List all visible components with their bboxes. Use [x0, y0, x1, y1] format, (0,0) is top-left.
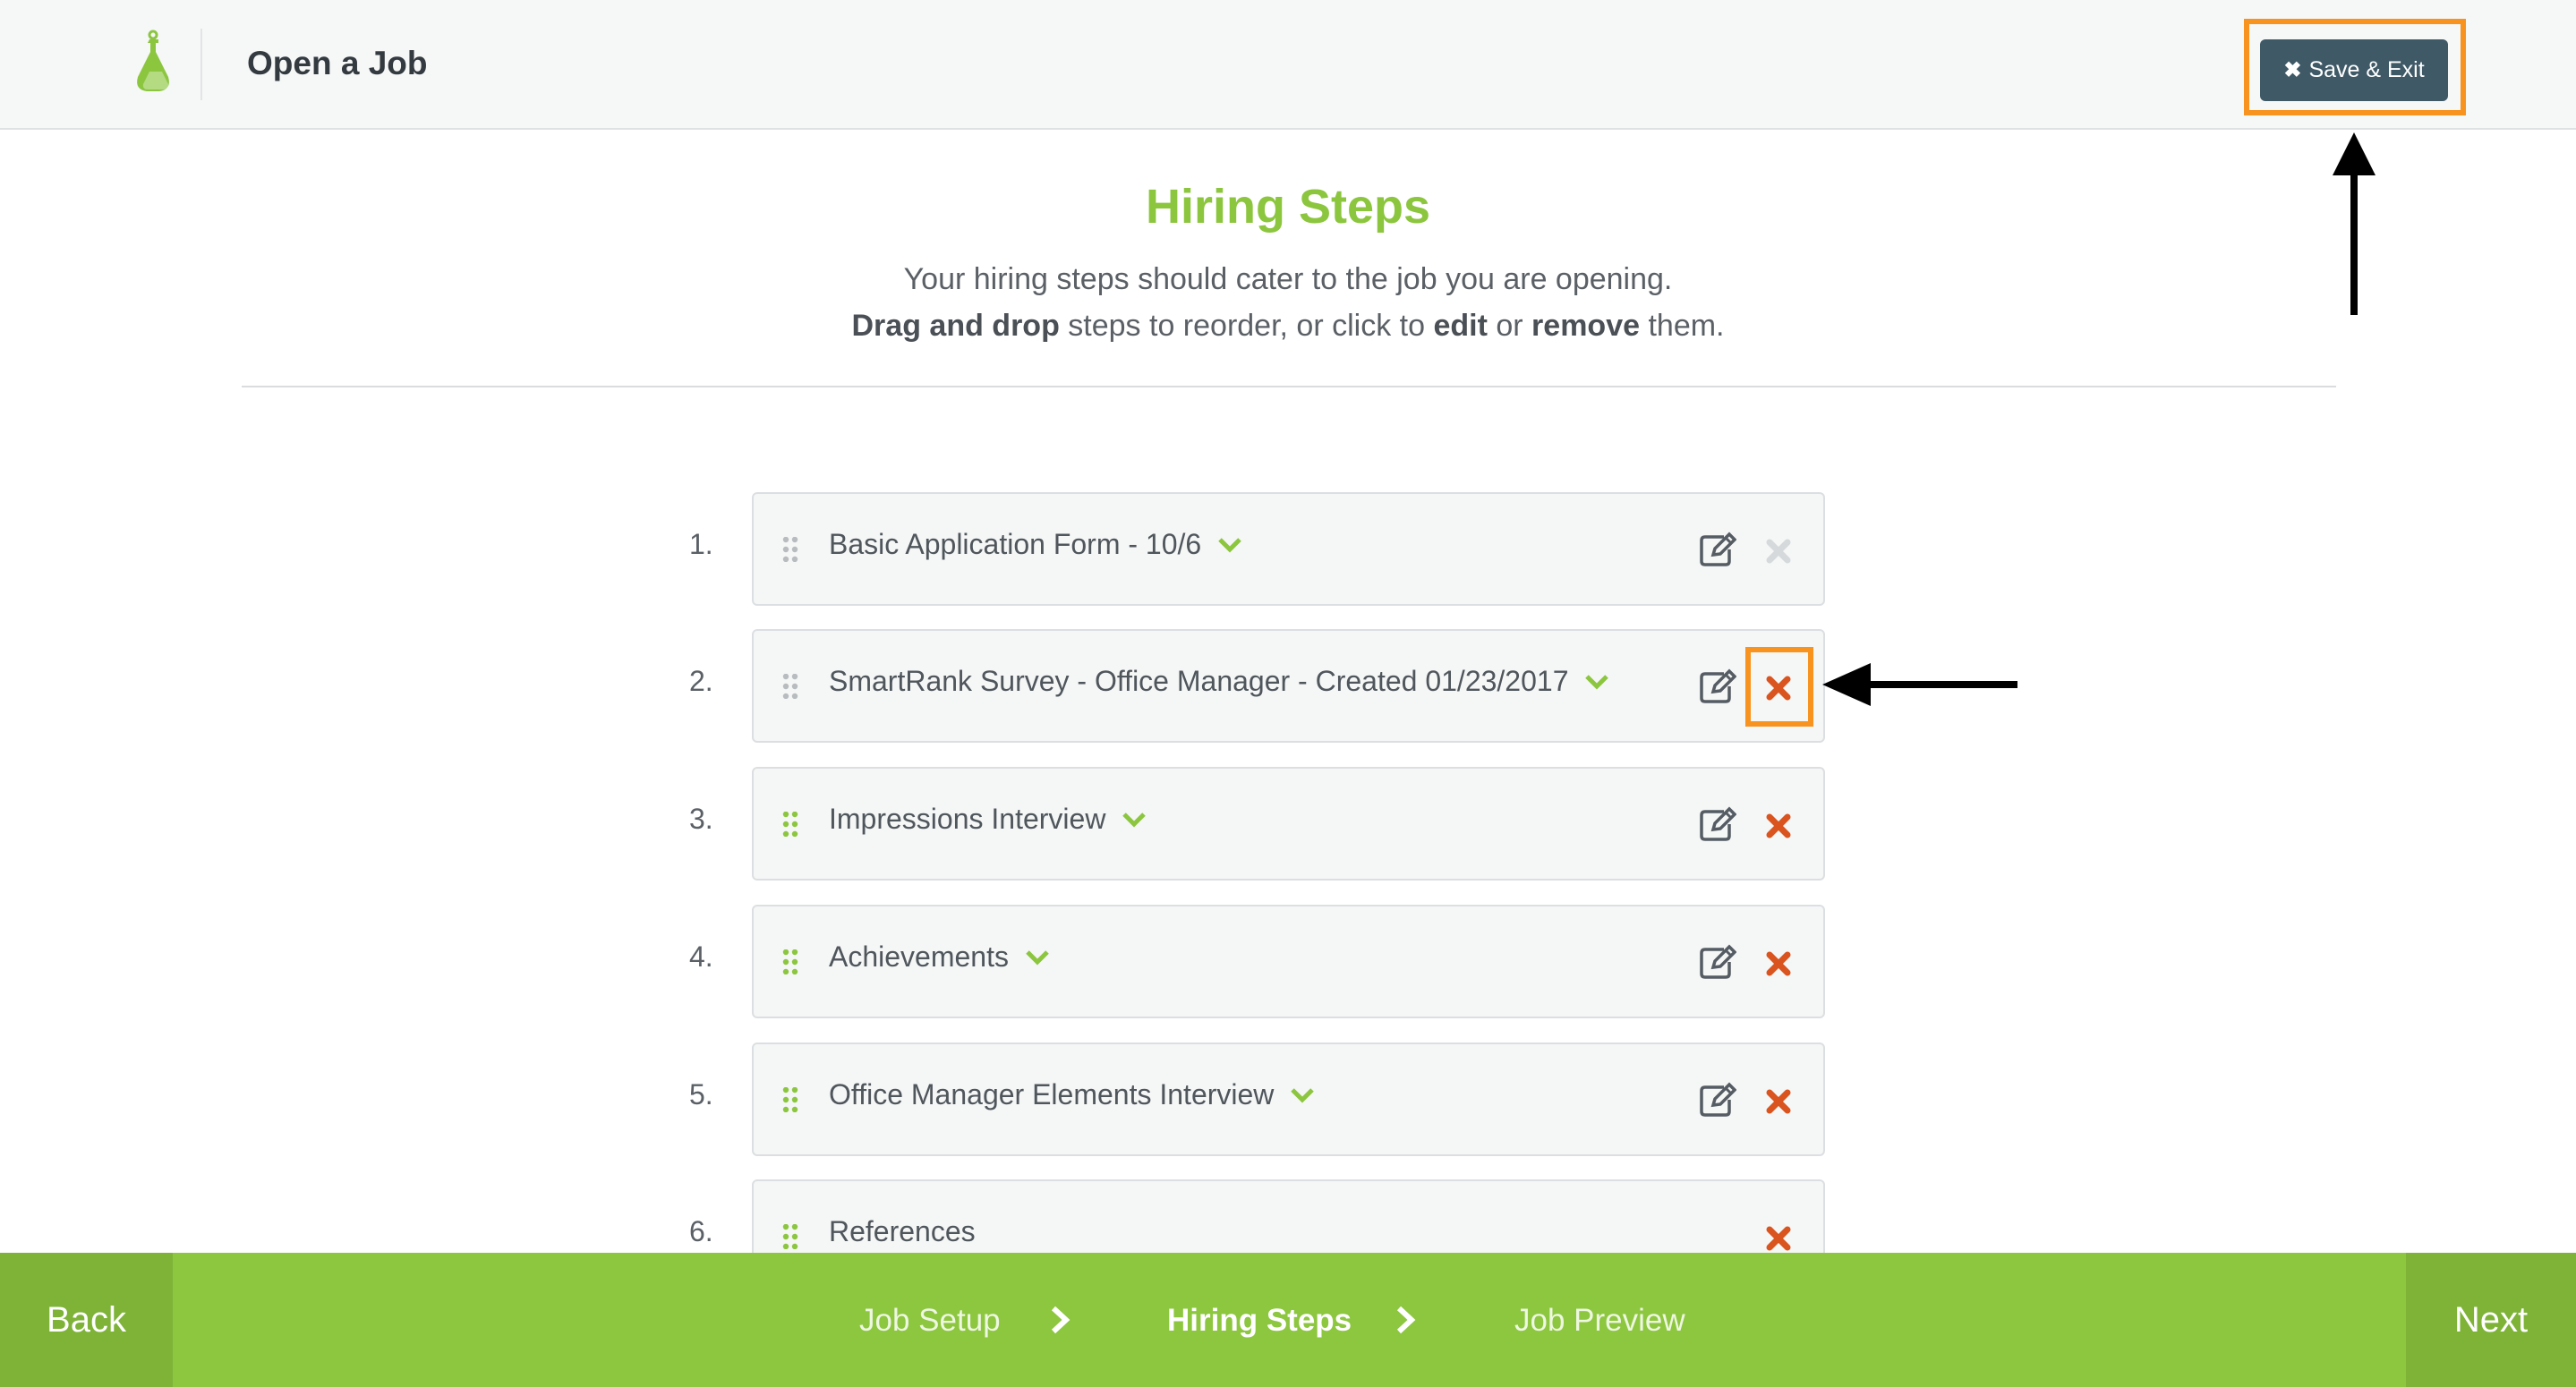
arrow-up-icon: [2333, 132, 2376, 315]
wizard-step-hiring-steps[interactable]: Hiring Steps: [1167, 1303, 1352, 1339]
chevron-right-icon: [1396, 1306, 1416, 1334]
arrow-left-icon: [1822, 663, 2017, 706]
wizard-progress: Job Setup Hiring Steps Job Preview: [0, 1253, 2576, 1387]
bottom-nav-bar: Back Job Setup Hiring Steps Job Preview …: [0, 1253, 2576, 1387]
chevron-right-icon: [1051, 1306, 1070, 1334]
wizard-step-job-preview[interactable]: Job Preview: [1514, 1303, 1685, 1339]
wizard-step-job-setup[interactable]: Job Setup: [859, 1303, 1001, 1339]
annotation-arrows: [1822, 132, 2376, 706]
next-button[interactable]: Next: [2406, 1253, 2576, 1387]
